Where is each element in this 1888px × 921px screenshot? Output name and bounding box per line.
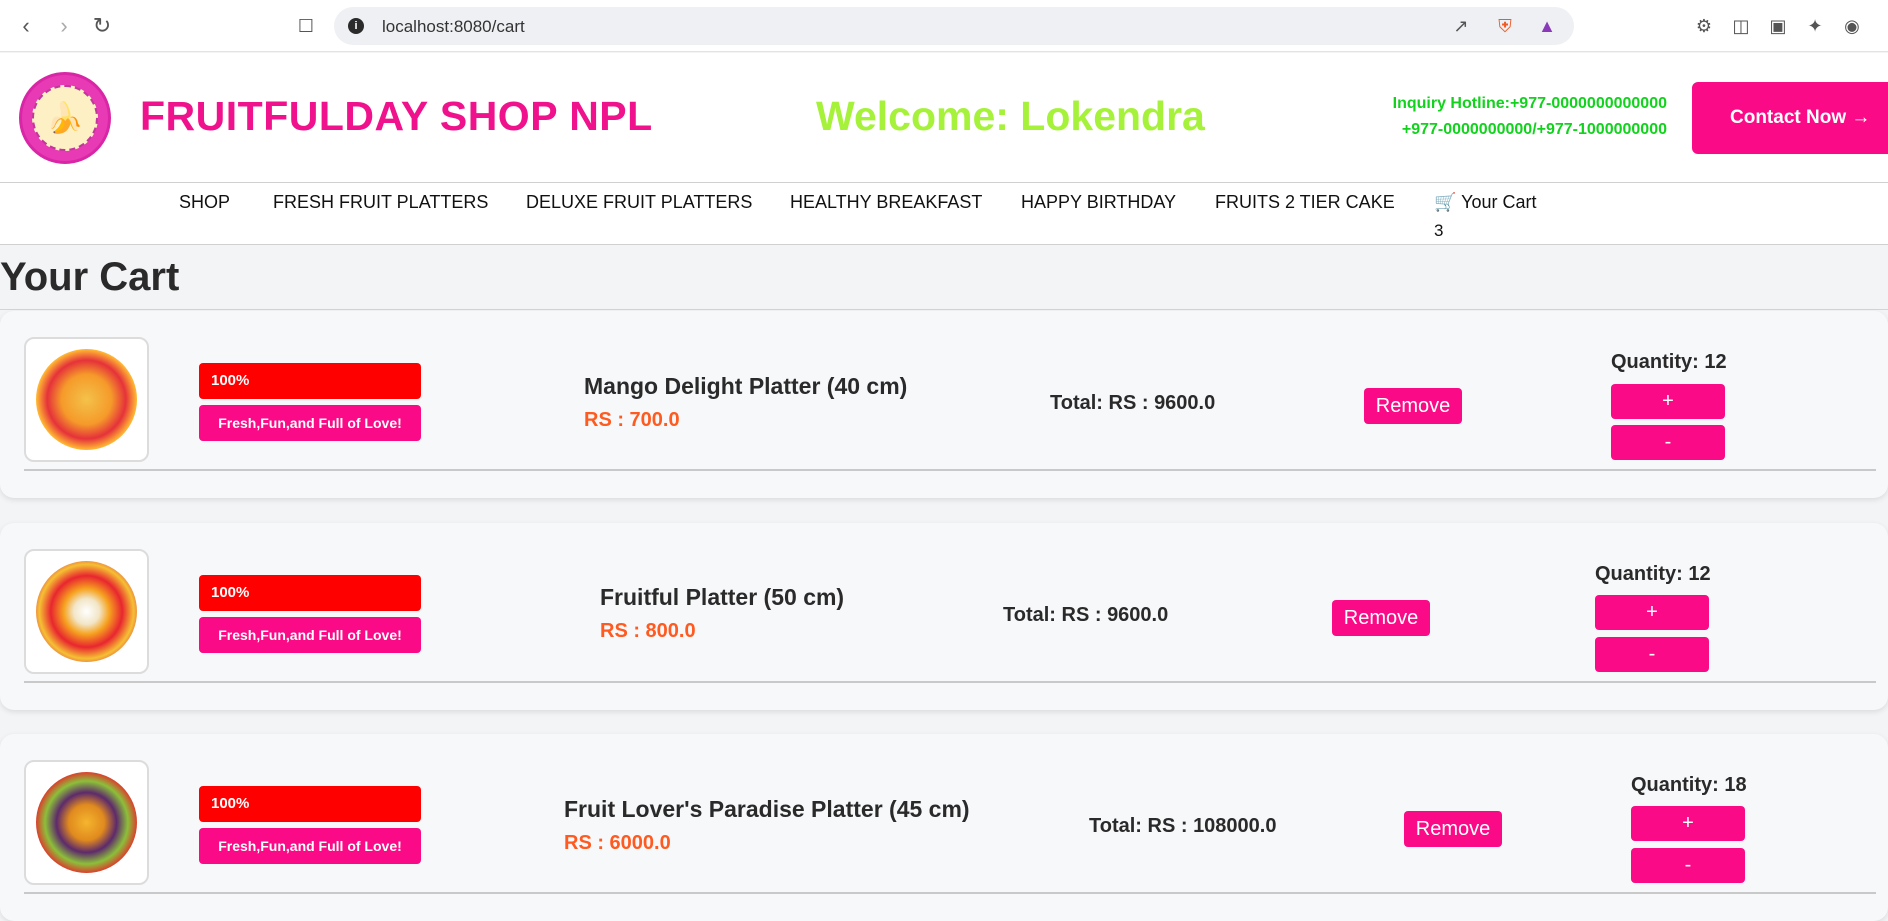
rewards-icon[interactable]: ▲ <box>1536 15 1558 37</box>
line-total: Total: RS : 9600.0 <box>1003 604 1169 626</box>
divider <box>24 469 1876 471</box>
brand-name: FRUITFULDAY SHOP NPL <box>140 93 653 139</box>
increase-quantity-button[interactable]: + <box>1611 384 1725 419</box>
decrease-quantity-button[interactable]: - <box>1631 848 1745 883</box>
nav-item-happy-birthday[interactable]: HAPPY BIRTHDAY <box>1021 192 1176 213</box>
nav-item-fruits-2-tier-cake[interactable]: FRUITS 2 TIER CAKE <box>1215 192 1395 213</box>
extensions-icon[interactable]: ⚙ <box>1692 14 1716 38</box>
platter-image <box>36 349 137 450</box>
url-text[interactable]: localhost:8080/cart <box>382 17 525 37</box>
contact-now-button[interactable]: Contact Now → <box>1692 82 1888 154</box>
product-price: RS : 6000.0 <box>564 832 671 854</box>
welcome-message: Welcome: Lokendra <box>816 93 1205 139</box>
percent-badge: 100% <box>199 575 421 611</box>
main-nav: SHOP FRESH FRUIT PLATTERS DELUXE FRUIT P… <box>0 182 1888 245</box>
back-icon[interactable]: ‹ <box>12 12 40 40</box>
quantity-label: Quantity: 18 <box>1631 774 1747 796</box>
nav-item-healthy-breakfast[interactable]: HEALTHY BREAKFAST <box>790 192 982 213</box>
tagline-badge: Fresh,Fun,and Full of Love! <box>199 617 421 653</box>
browser-toolbar: ‹ › ↻ ☐ i localhost:8080/cart ↗ ⛨ ▲ ⚙ ◫ … <box>0 0 1888 52</box>
page-title: Your Cart <box>0 255 180 299</box>
cart-item: 100% Fresh,Fun,and Full of Love! Mango D… <box>0 311 1888 498</box>
reload-icon[interactable]: ↻ <box>88 12 116 40</box>
wallet-icon[interactable]: ▣ <box>1766 14 1790 38</box>
sidebar-icon[interactable]: ◫ <box>1729 14 1753 38</box>
cart-item: 100% Fresh,Fun,and Full of Love! Fruit L… <box>0 734 1888 921</box>
banana-icon: 🍌 <box>32 85 98 151</box>
brave-shield-icon[interactable]: ⛨ <box>1494 15 1516 37</box>
percent-badge: 100% <box>199 786 421 822</box>
cart-count: 3 <box>1434 221 1444 240</box>
product-image[interactable] <box>24 337 149 462</box>
cart-icon: 🛒 <box>1434 192 1457 212</box>
platter-image <box>36 772 137 873</box>
hotline-block: Inquiry Hotline:+977-0000000000000 +977-… <box>1393 91 1667 143</box>
decrease-quantity-button[interactable]: - <box>1595 637 1709 672</box>
address-bar[interactable]: i localhost:8080/cart ↗ ⛨ ▲ <box>334 7 1574 45</box>
product-name: Fruitful Platter (50 cm) <box>600 584 845 610</box>
decrease-quantity-button[interactable]: - <box>1611 425 1725 460</box>
nav-item-shop[interactable]: SHOP <box>179 192 230 213</box>
leo-ai-icon[interactable]: ✦ <box>1803 14 1827 38</box>
increase-quantity-button[interactable]: + <box>1631 806 1745 841</box>
quantity-label: Quantity: 12 <box>1611 351 1727 373</box>
vpn-icon[interactable]: ◉ <box>1840 14 1864 38</box>
forward-icon[interactable]: › <box>50 12 78 40</box>
divider <box>24 892 1876 894</box>
product-image[interactable] <box>24 549 149 674</box>
quantity-label: Quantity: 12 <box>1595 563 1711 585</box>
platter-image <box>36 561 137 662</box>
divider <box>0 309 1888 310</box>
product-name: Fruit Lover's Paradise Platter (45 cm) <box>564 796 970 822</box>
product-price: RS : 700.0 <box>584 409 680 431</box>
site-header: 🍌 FRUITFULDAY SHOP NPL Welcome: Lokendra… <box>0 53 1888 182</box>
product-image[interactable] <box>24 760 149 885</box>
remove-button[interactable]: Remove <box>1404 811 1502 847</box>
shop-logo[interactable]: 🍌 <box>19 72 111 164</box>
remove-button[interactable]: Remove <box>1332 600 1430 636</box>
tagline-badge: Fresh,Fun,and Full of Love! <box>199 828 421 864</box>
hotline-line-2: +977-0000000000/+977-1000000000 <box>1401 121 1667 138</box>
product-name: Mango Delight Platter (40 cm) <box>584 373 908 399</box>
hotline-line-1: Inquiry Hotline:+977-0000000000000 <box>1392 95 1667 112</box>
tagline-badge: Fresh,Fun,and Full of Love! <box>199 405 421 441</box>
line-total: Total: RS : 9600.0 <box>1050 392 1216 414</box>
increase-quantity-button[interactable]: + <box>1595 595 1709 630</box>
percent-badge: 100% <box>199 363 421 399</box>
bookmark-icon[interactable]: ☐ <box>292 12 320 40</box>
site-info-icon[interactable]: i <box>348 18 364 34</box>
cart-item: 100% Fresh,Fun,and Full of Love! Fruitfu… <box>0 523 1888 710</box>
share-icon[interactable]: ↗ <box>1450 15 1472 37</box>
nav-item-deluxe-fruit-platters[interactable]: DELUXE FRUIT PLATTERS <box>526 192 752 213</box>
remove-button[interactable]: Remove <box>1364 388 1462 424</box>
nav-item-cart[interactable]: 🛒 Your Cart <box>1434 192 1536 213</box>
nav-item-fresh-fruit-platters[interactable]: FRESH FRUIT PLATTERS <box>273 192 488 213</box>
product-price: RS : 800.0 <box>600 620 696 642</box>
divider <box>24 681 1876 683</box>
line-total: Total: RS : 108000.0 <box>1089 815 1277 837</box>
cart-label: Your Cart <box>1461 192 1537 212</box>
